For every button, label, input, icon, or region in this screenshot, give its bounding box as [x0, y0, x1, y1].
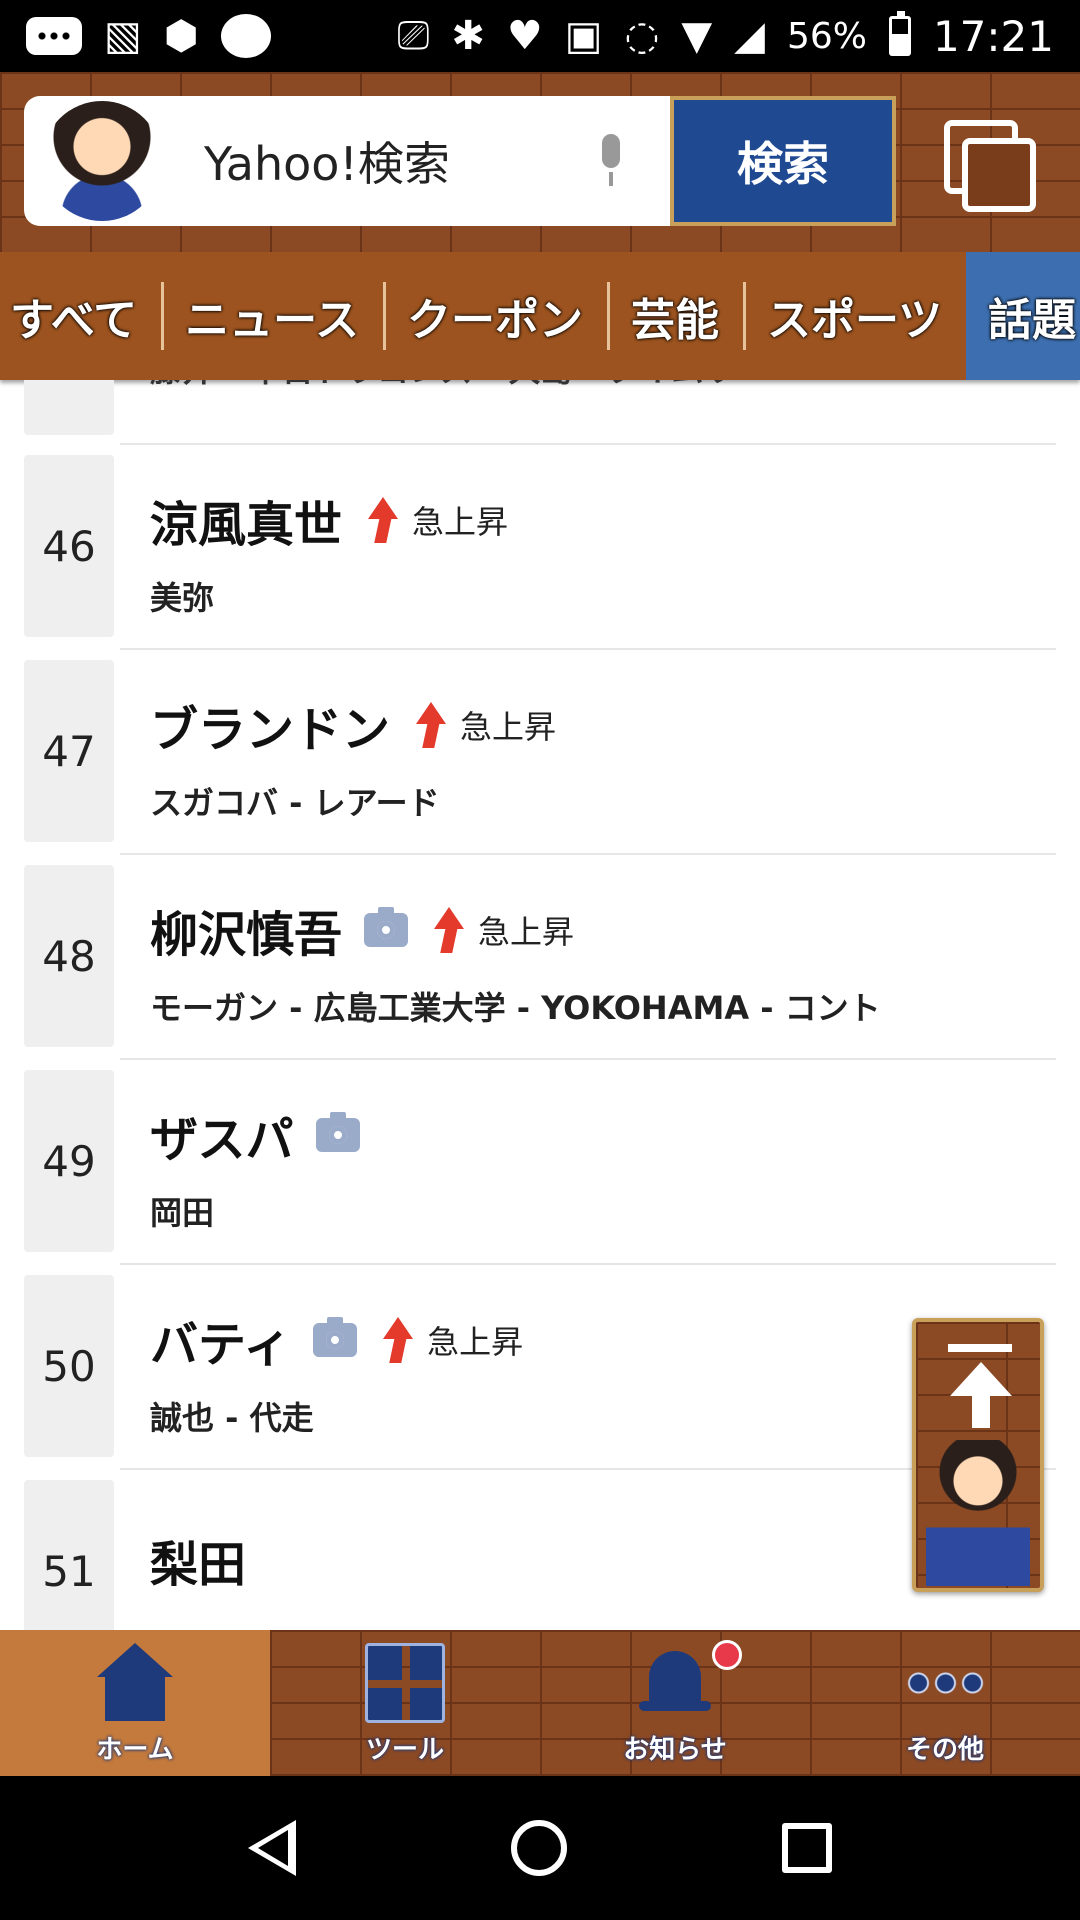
rise-label: 急上昇 — [412, 503, 509, 541]
bluetooth-icon: ✱ — [451, 13, 485, 59]
nav-more[interactable]: その他 — [810, 1630, 1080, 1776]
tab-entertainment[interactable]: 芸能 — [606, 252, 743, 380]
cast-icon: ⎚ — [397, 13, 430, 59]
more-icon — [905, 1643, 985, 1723]
search-input[interactable]: Yahoo!検索 — [204, 128, 596, 194]
rank-number: 50 — [24, 1275, 114, 1457]
mascot-image — [926, 1440, 1030, 1586]
clock: 17:21 — [932, 11, 1054, 61]
top-bar-icon — [948, 1344, 1012, 1352]
rise-badge: 急上昇 — [412, 702, 556, 748]
vr-icon: ▣ — [564, 13, 603, 59]
related-keywords: 美弥 — [150, 579, 215, 617]
status-bar-right: ⎚ ✱ ♥ ▣ ◌ ▼ ◢ 56% 17:21 — [397, 11, 1054, 61]
tabs-icon[interactable] — [944, 120, 1036, 212]
grid-icon — [365, 1643, 445, 1723]
nav-notifications[interactable]: お知らせ — [540, 1630, 810, 1776]
title-line: 柳沢慎吾 急上昇 — [150, 895, 574, 965]
tab-coupon[interactable]: クーポン — [382, 252, 607, 380]
nav-tools[interactable]: ツール — [270, 1630, 540, 1776]
back-icon[interactable] — [247, 1820, 296, 1876]
nfc-icon: ◌ — [624, 13, 660, 59]
chat-icon — [26, 17, 82, 55]
rank-number: 49 — [24, 1070, 114, 1252]
heart-shield-icon: ♥ — [506, 13, 543, 59]
nav-home[interactable]: ホーム — [0, 1630, 270, 1776]
search-button[interactable]: 検索 — [670, 96, 896, 226]
signal-icon: ◢ — [734, 13, 765, 59]
battery-icon — [888, 11, 911, 56]
nav-label: ツール — [365, 1735, 444, 1765]
rise-label: 急上昇 — [478, 913, 575, 951]
list-item[interactable]: 49 ザスパ 岡田 — [0, 1060, 1080, 1265]
tab-news[interactable]: ニュース — [161, 252, 383, 380]
status-bar-left: ▧ ⬢ — [26, 14, 271, 58]
system-nav-bar — [0, 1776, 1080, 1920]
search-box[interactable]: Yahoo!検索 — [24, 96, 670, 226]
title-line: 梨田 — [150, 1525, 246, 1595]
mascot-avatar — [42, 101, 162, 221]
rank-number: 47 — [24, 660, 114, 842]
camera-icon — [313, 1317, 358, 1357]
arrow-up-icon — [430, 907, 468, 953]
related-keywords: 岡田 — [150, 1194, 215, 1232]
camera-icon — [315, 1112, 360, 1152]
rank-number: 46 — [24, 455, 114, 637]
gallery-icon: ▧ — [104, 13, 142, 59]
tab-topics[interactable]: 話題 — [966, 252, 1080, 380]
rise-label: 急上昇 — [427, 1323, 524, 1361]
related-keywords: 藤井 - 中日ドラゴンズ - 大島 - タイムリー — [150, 380, 767, 391]
rise-badge: 急上昇 — [364, 497, 508, 543]
nav-label: お知らせ — [623, 1735, 727, 1765]
trend-name[interactable]: ブランドン — [150, 690, 390, 760]
bottom-nav: ホーム ツール お知らせ その他 — [0, 1630, 1080, 1776]
arrow-up-icon — [946, 1362, 1016, 1432]
rise-label: 急上昇 — [460, 708, 557, 746]
header: Yahoo!検索 検索 — [0, 72, 1080, 252]
battery-percent: 56% — [786, 15, 867, 57]
title-line: バティ 急上昇 — [150, 1305, 523, 1375]
home-icon — [95, 1643, 175, 1723]
wifi-icon: ▼ — [681, 13, 713, 59]
title-line: ブランドン 急上昇 — [150, 690, 556, 760]
bell-icon — [635, 1643, 715, 1723]
notification-dot — [712, 1640, 742, 1670]
camera-icon — [364, 907, 409, 947]
recent-apps-icon[interactable] — [782, 1823, 833, 1873]
tab-all[interactable]: すべて — [0, 252, 161, 380]
related-keywords: 誠也 - 代走 — [150, 1399, 314, 1437]
rank-number — [24, 380, 114, 435]
related-keywords: モーガン - 広島工業大学 - YOKOHAMA - コント — [150, 989, 881, 1027]
list-item[interactable]: 46 涼風真世 急上昇 美弥 — [0, 445, 1080, 650]
related-keywords: スガコバ - レアード — [150, 784, 440, 822]
tab-sports[interactable]: スポーツ — [742, 252, 966, 380]
rank-number: 48 — [24, 865, 114, 1047]
trend-name[interactable]: 涼風真世 — [150, 485, 342, 555]
rise-badge: 急上昇 — [379, 1317, 523, 1363]
trend-name[interactable]: バティ — [150, 1305, 291, 1375]
rank-number: 51 — [24, 1480, 114, 1630]
title-line: ザスパ — [150, 1100, 360, 1170]
trend-name[interactable]: 柳沢慎吾 — [150, 895, 342, 965]
back-to-top-button[interactable] — [912, 1318, 1044, 1592]
arrow-up-icon — [412, 702, 450, 748]
arrow-up-icon — [379, 1317, 417, 1363]
nav-label: ホーム — [96, 1735, 174, 1765]
bubble-icon — [220, 14, 271, 58]
mic-icon[interactable] — [596, 134, 626, 188]
list-item[interactable]: 48 柳沢慎吾 急上昇 モーガン - 広島工業大学 - YOKOHAMA - コ… — [0, 855, 1080, 1060]
arrow-up-icon — [364, 497, 402, 543]
title-line: 涼風真世 急上昇 — [150, 485, 508, 555]
category-nav: すべて ニュース クーポン 芸能 スポーツ 話題 — [0, 252, 1080, 380]
nav-label: その他 — [905, 1735, 984, 1765]
list-item[interactable]: 47 ブランドン 急上昇 スガコバ - レアード — [0, 650, 1080, 855]
status-bar: ▧ ⬢ ⎚ ✱ ♥ ▣ ◌ ▼ ◢ 56% 17:21 — [0, 0, 1080, 72]
rise-badge: 急上昇 — [430, 907, 574, 953]
trend-name[interactable]: ザスパ — [150, 1100, 294, 1170]
home-circle-icon[interactable] — [510, 1820, 567, 1876]
trend-name[interactable]: 梨田 — [150, 1525, 246, 1595]
app-icon: ⬢ — [163, 13, 199, 59]
list-item[interactable]: 藤井 - 中日ドラゴンズ - 大島 - タイムリー — [0, 380, 1080, 445]
